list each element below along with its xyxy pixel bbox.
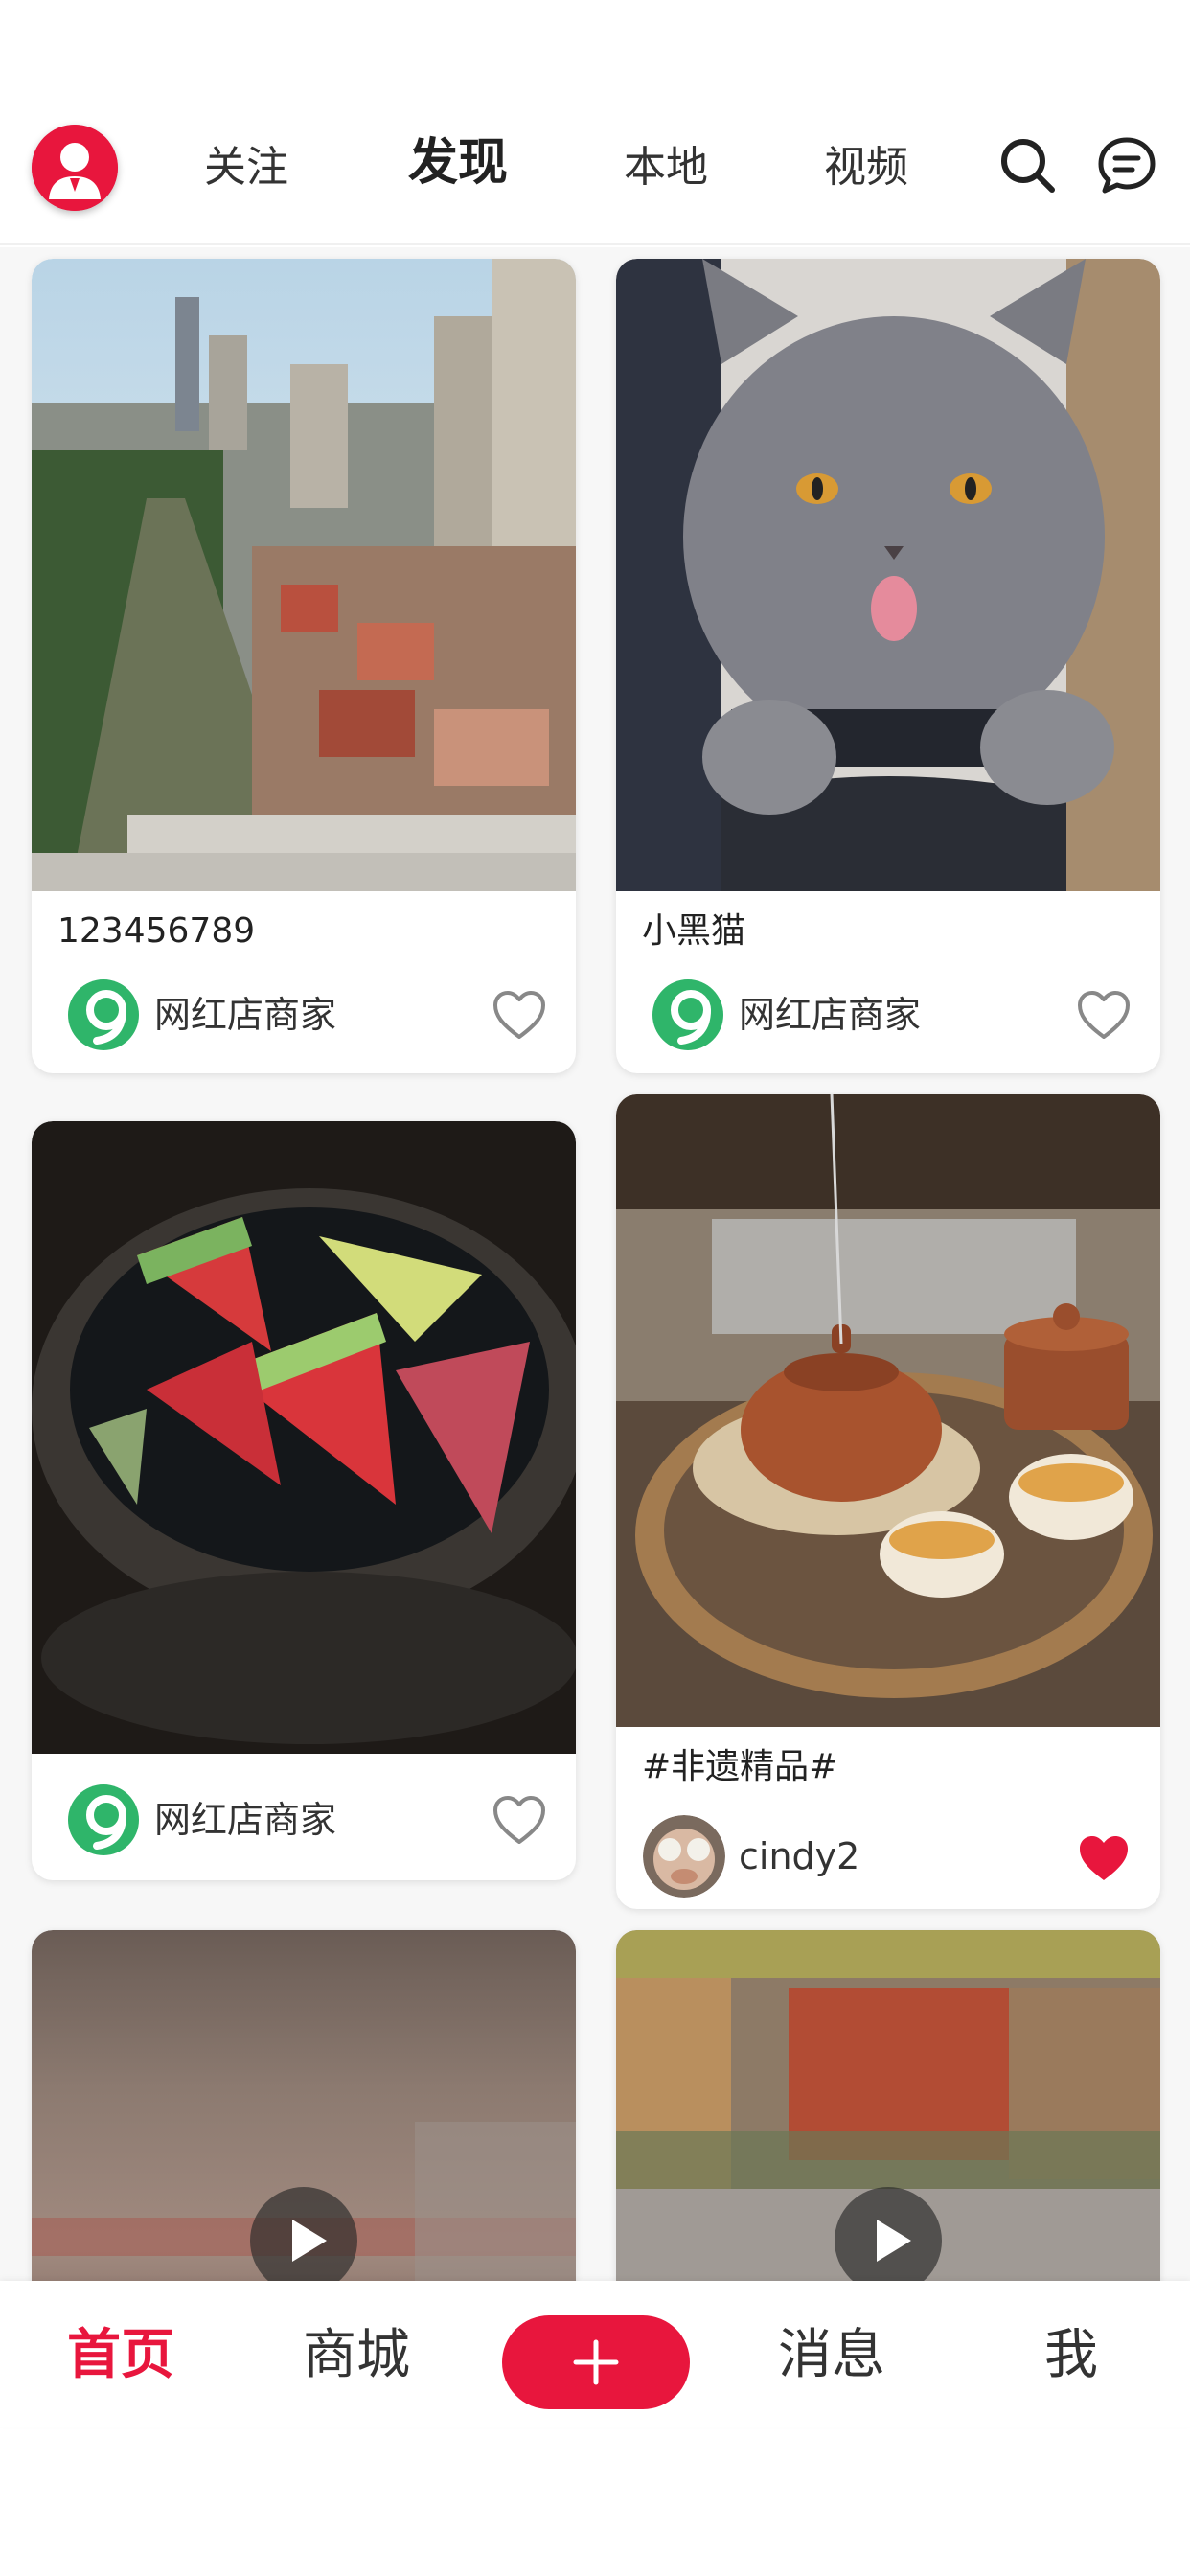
author-name[interactable]: cindy2	[739, 1831, 859, 1881]
author-name[interactable]: 网红店商家	[154, 1795, 336, 1845]
post-image-teapot-set	[616, 1094, 1160, 1727]
feed-card[interactable]: 小黑猫 网红店商家	[616, 259, 1160, 1073]
feed-card-video[interactable]	[616, 1930, 1160, 2281]
feed-card[interactable]: #非遗精品# cindy2	[616, 1094, 1160, 1909]
user-avatar[interactable]	[643, 1815, 725, 1898]
message-icon[interactable]	[1096, 134, 1157, 196]
tab-discover[interactable]: 发现	[408, 134, 508, 192]
post-title: 小黑猫	[642, 911, 746, 951]
feed-card-video[interactable]	[32, 1930, 576, 2281]
add-post-button[interactable]	[502, 2315, 690, 2409]
tab-video[interactable]: 视频	[824, 139, 908, 196]
author-name[interactable]: 网红店商家	[739, 990, 921, 1040]
merchant-logo-icon	[652, 979, 723, 1050]
feed-card[interactable]: 网红店商家	[32, 1121, 576, 1880]
nav-shop[interactable]: 商城	[303, 2323, 410, 2388]
feed-card[interactable]: 123456789 网红店商家	[32, 259, 576, 1073]
merchant-logo-icon	[68, 1784, 139, 1855]
author-name[interactable]: 网红店商家	[154, 990, 336, 1040]
merchant-logo-icon	[68, 979, 139, 1050]
play-icon[interactable]	[835, 2187, 942, 2281]
bottom-nav: 首页 商城 消息 我	[0, 2281, 1190, 2426]
heart-filled-icon[interactable]	[1076, 1832, 1132, 1884]
post-title: #非遗精品#	[642, 1747, 838, 1786]
nav-messages[interactable]: 消息	[778, 2323, 885, 2388]
post-image-gray-cat	[616, 259, 1160, 891]
heart-outline-icon[interactable]	[1076, 989, 1132, 1041]
user-avatar-icon[interactable]	[32, 125, 118, 211]
heart-outline-icon[interactable]	[492, 989, 547, 1041]
top-bar: 关注 发现 本地 视频	[0, 0, 1190, 245]
nav-me[interactable]: 我	[1044, 2323, 1098, 2388]
post-image-watermelon-bowl	[32, 1121, 576, 1754]
tab-follow[interactable]: 关注	[204, 139, 288, 196]
heart-outline-icon[interactable]	[492, 1794, 547, 1846]
post-image-city-river	[32, 259, 576, 891]
nav-home[interactable]: 首页	[67, 2323, 174, 2388]
post-title: 123456789	[57, 911, 256, 951]
play-icon[interactable]	[250, 2187, 357, 2281]
feed-grid: 123456789 网红店商家 小黑猫 网红店商家 网红店商家 #非遗精品# c…	[0, 247, 1190, 2281]
search-icon[interactable]	[996, 134, 1058, 196]
tab-local[interactable]: 本地	[624, 139, 708, 196]
